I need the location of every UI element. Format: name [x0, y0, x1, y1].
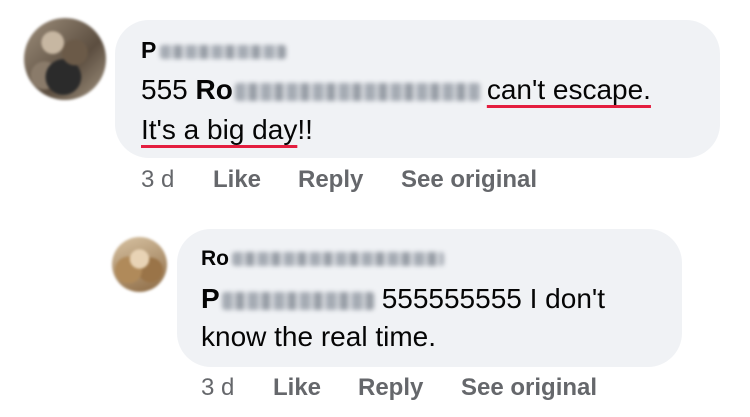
- comment-author-name[interactable]: P: [141, 36, 287, 64]
- reply-avatar[interactable]: [112, 237, 167, 292]
- blurred-mention-name: [234, 82, 481, 101]
- reply-text-line-2: know the real time.: [201, 317, 436, 357]
- reply-mention-visible-part[interactable]: P: [201, 283, 220, 314]
- commenter-avatar[interactable]: [24, 18, 106, 100]
- reply-like-button[interactable]: Like: [273, 373, 321, 403]
- blurred-reply-mention: [221, 291, 374, 310]
- reply-button[interactable]: Reply: [298, 165, 363, 195]
- blurred-reply-author-name: [232, 252, 444, 267]
- comment-text-line-2-main: It's a big day: [141, 114, 298, 145]
- reply-author-name[interactable]: Ro: [201, 245, 444, 273]
- blurred-author-name: [160, 44, 287, 59]
- comment-timestamp[interactable]: 3 d: [141, 165, 174, 195]
- reply-see-original-button[interactable]: See original: [461, 373, 597, 403]
- see-original-button[interactable]: See original: [401, 165, 537, 195]
- mention-visible-part[interactable]: Ro: [196, 74, 233, 105]
- comment-text-line-2-end: !!: [297, 114, 313, 145]
- reply-text-tail: 555555555 I don't: [381, 283, 606, 314]
- comment-text-tail: can't escape.: [486, 74, 651, 105]
- comment-text-line-1: 555 Ro can't escape.: [141, 70, 651, 110]
- like-button[interactable]: Like: [213, 165, 261, 195]
- reply-timestamp[interactable]: 3 d: [201, 373, 234, 403]
- comment-text-prefix: 555: [141, 74, 196, 105]
- reply-text-line-2-main: know the real time.: [201, 321, 436, 352]
- reply-text-line-1: P 555555555 I don't: [201, 279, 605, 319]
- author-name-visible-part: P: [141, 37, 157, 63]
- reply-reply-button[interactable]: Reply: [358, 373, 423, 403]
- reply-author-visible-part: Ro: [201, 247, 229, 270]
- comment-text-line-2: It's a big day!!: [141, 110, 313, 150]
